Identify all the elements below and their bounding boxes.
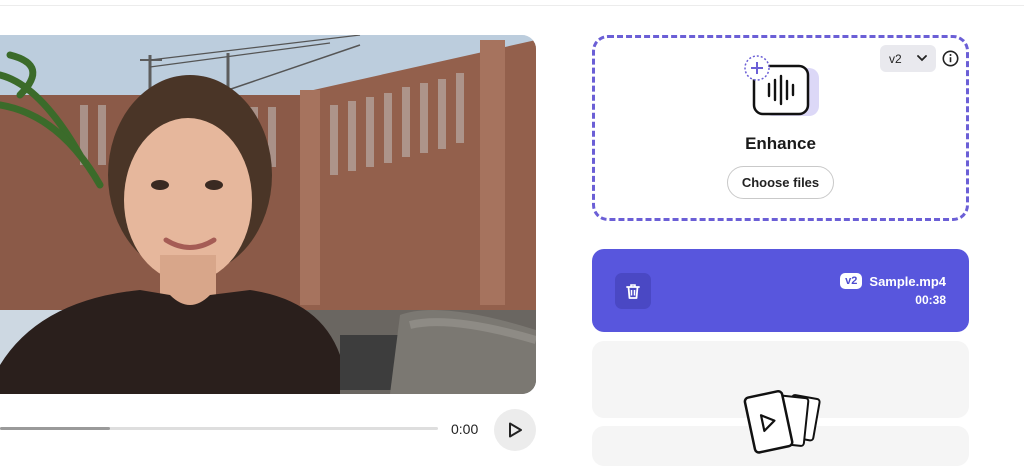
- enhance-title: Enhance: [745, 134, 816, 153]
- current-time: 0:00: [451, 421, 479, 437]
- scrubber-progress: [0, 427, 110, 430]
- file-name: Sample.mp4: [869, 273, 946, 289]
- play-icon: [509, 422, 522, 438]
- play-button[interactable]: [494, 409, 536, 451]
- version-select-value: v2: [889, 51, 902, 66]
- video-files-icon: [743, 389, 821, 454]
- video-frame: [0, 35, 536, 394]
- file-duration: 00:38: [915, 293, 946, 307]
- choose-files-button[interactable]: Choose files: [727, 166, 834, 199]
- file-meta: v2 Sample.mp4 00:38: [840, 273, 946, 307]
- enhance-audio-icon: [744, 55, 819, 116]
- file-name-row: v2 Sample.mp4: [840, 273, 946, 289]
- trash-icon: [626, 283, 640, 299]
- video-preview[interactable]: [0, 35, 536, 394]
- chevron-down-icon: [917, 55, 927, 62]
- version-badge: v2: [840, 273, 863, 289]
- video-scrubber[interactable]: [0, 427, 438, 430]
- info-icon[interactable]: [942, 50, 959, 67]
- top-divider: [0, 5, 1024, 6]
- delete-file-button[interactable]: [615, 273, 651, 309]
- version-select[interactable]: v2: [880, 45, 936, 72]
